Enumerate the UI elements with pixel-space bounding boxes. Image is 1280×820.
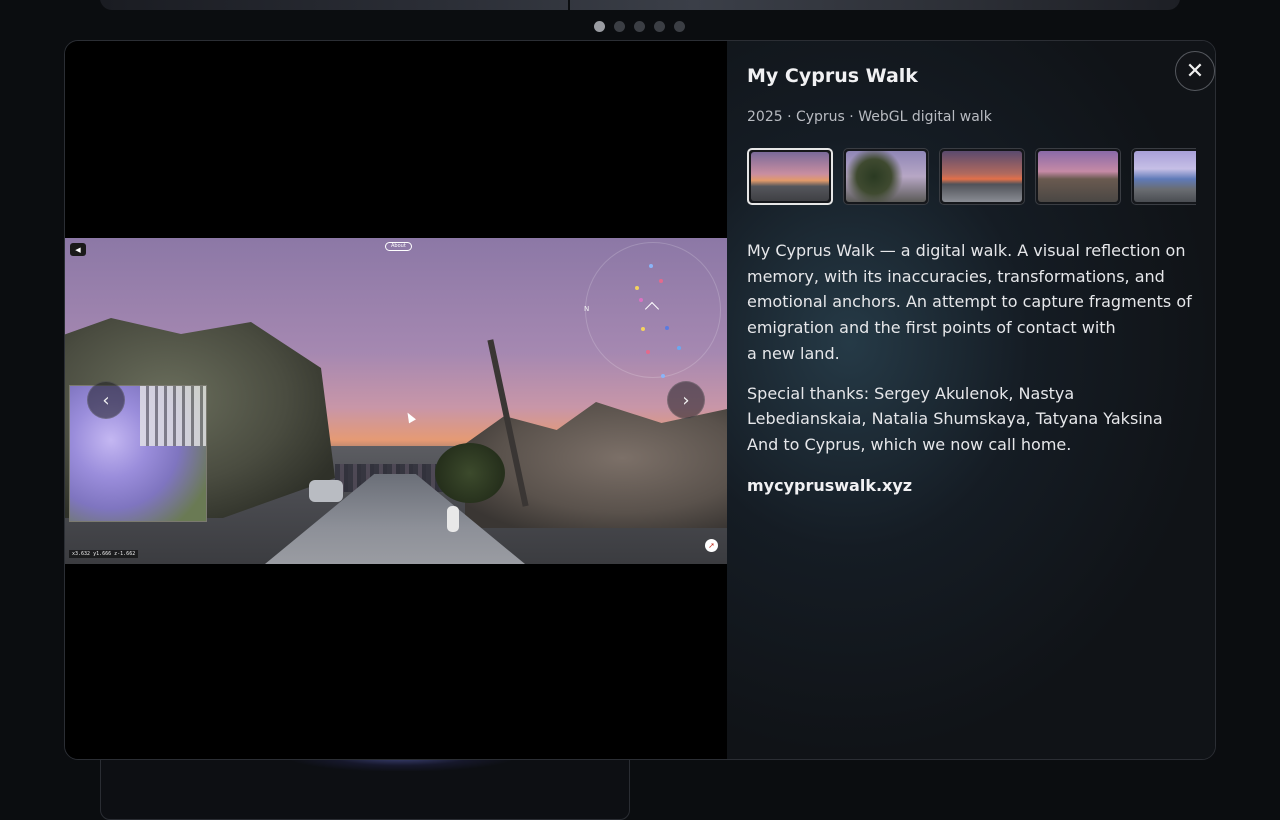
media-viewer: N ◀ About x3.632 y1.666 z-1.662 ➚ ‹ › (65, 41, 727, 759)
project-description: My Cyprus Walk — a digital walk. A visua… (747, 238, 1195, 367)
project-info-panel: ✕ My Cyprus Walk 2025 · Cyprus · WebGL d… (727, 41, 1215, 759)
description-line: memory, with its inaccuracies, transform… (747, 266, 1165, 286)
credits-line: And to Cyprus, which we now call home. (747, 434, 1072, 454)
minimap-point (665, 326, 669, 330)
thumbnail-3[interactable] (939, 148, 1025, 205)
description-line: a new land. (747, 343, 840, 363)
coordinates-readout: x3.632 y1.666 z-1.662 (69, 550, 139, 558)
pagination-dot-3[interactable] (634, 21, 645, 32)
chevron-left-icon: ‹ (102, 389, 110, 411)
minimap-point (661, 374, 665, 378)
previous-image-button[interactable]: ‹ (87, 381, 125, 419)
compass-icon[interactable]: ➚ (705, 539, 718, 552)
next-image-button[interactable]: › (667, 381, 705, 419)
sound-toggle-icon[interactable]: ◀ (70, 243, 86, 256)
minimap-point (646, 350, 650, 354)
about-button[interactable]: About (385, 242, 412, 251)
minimap-point (649, 264, 653, 268)
chevron-right-icon: › (682, 389, 690, 411)
thumbnail-image (846, 151, 926, 202)
thumbnail-5[interactable] (1131, 148, 1196, 205)
minimap-point (677, 346, 681, 350)
scene-cat (447, 506, 459, 532)
project-title: My Cyprus Walk (747, 65, 918, 87)
minimap-point (639, 298, 643, 302)
close-icon: ✕ (1185, 58, 1205, 84)
thumbnail-image (1134, 151, 1196, 202)
thumbnail-image (1038, 151, 1118, 202)
minimap-point (635, 286, 639, 290)
thumbnail-strip (747, 148, 1196, 205)
description-line: emigration and the first points of conta… (747, 318, 1116, 338)
project-modal: N ◀ About x3.632 y1.666 z-1.662 ➚ ‹ › ✕ … (64, 40, 1216, 760)
scene-tree (435, 443, 505, 503)
thumbnail-1[interactable] (747, 148, 833, 205)
close-button[interactable]: ✕ (1175, 51, 1215, 91)
pagination-dot-5[interactable] (674, 21, 685, 32)
credits-line: Lebedianskaia, Natalia Shumskaya, Tatyan… (747, 409, 1163, 429)
description-line: emotional anchors. An attempt to capture… (747, 292, 1192, 312)
description-line: My Cyprus Walk — a digital walk. A visua… (747, 241, 1186, 260)
project-meta: 2025 · Cyprus · WebGL digital walk (747, 109, 992, 125)
minimap-north-label: N (584, 305, 590, 313)
minimap-point (641, 327, 645, 331)
credits-line: Special thanks: Sergey Akulenok, Nastya (747, 383, 1075, 403)
thumbnail-4[interactable] (1035, 148, 1121, 205)
project-credits: Special thanks: Sergey Akulenok, Nastya … (747, 381, 1195, 458)
scene-car (309, 480, 343, 502)
project-screenshot: N ◀ About x3.632 y1.666 z-1.662 ➚ (65, 238, 727, 564)
pagination-dot-4[interactable] (654, 21, 665, 32)
thumbnail-image (942, 151, 1022, 202)
background-project-card-top (100, 0, 1180, 10)
thumbnail-image (751, 152, 829, 201)
pagination-dot-2[interactable] (614, 21, 625, 32)
minimap-point (659, 279, 663, 283)
thumbnail-2[interactable] (843, 148, 929, 205)
pagination-dot-1[interactable] (594, 21, 605, 32)
project-website-link[interactable]: mycypruswalk.xyz (747, 476, 912, 495)
carousel-pagination (594, 21, 685, 32)
